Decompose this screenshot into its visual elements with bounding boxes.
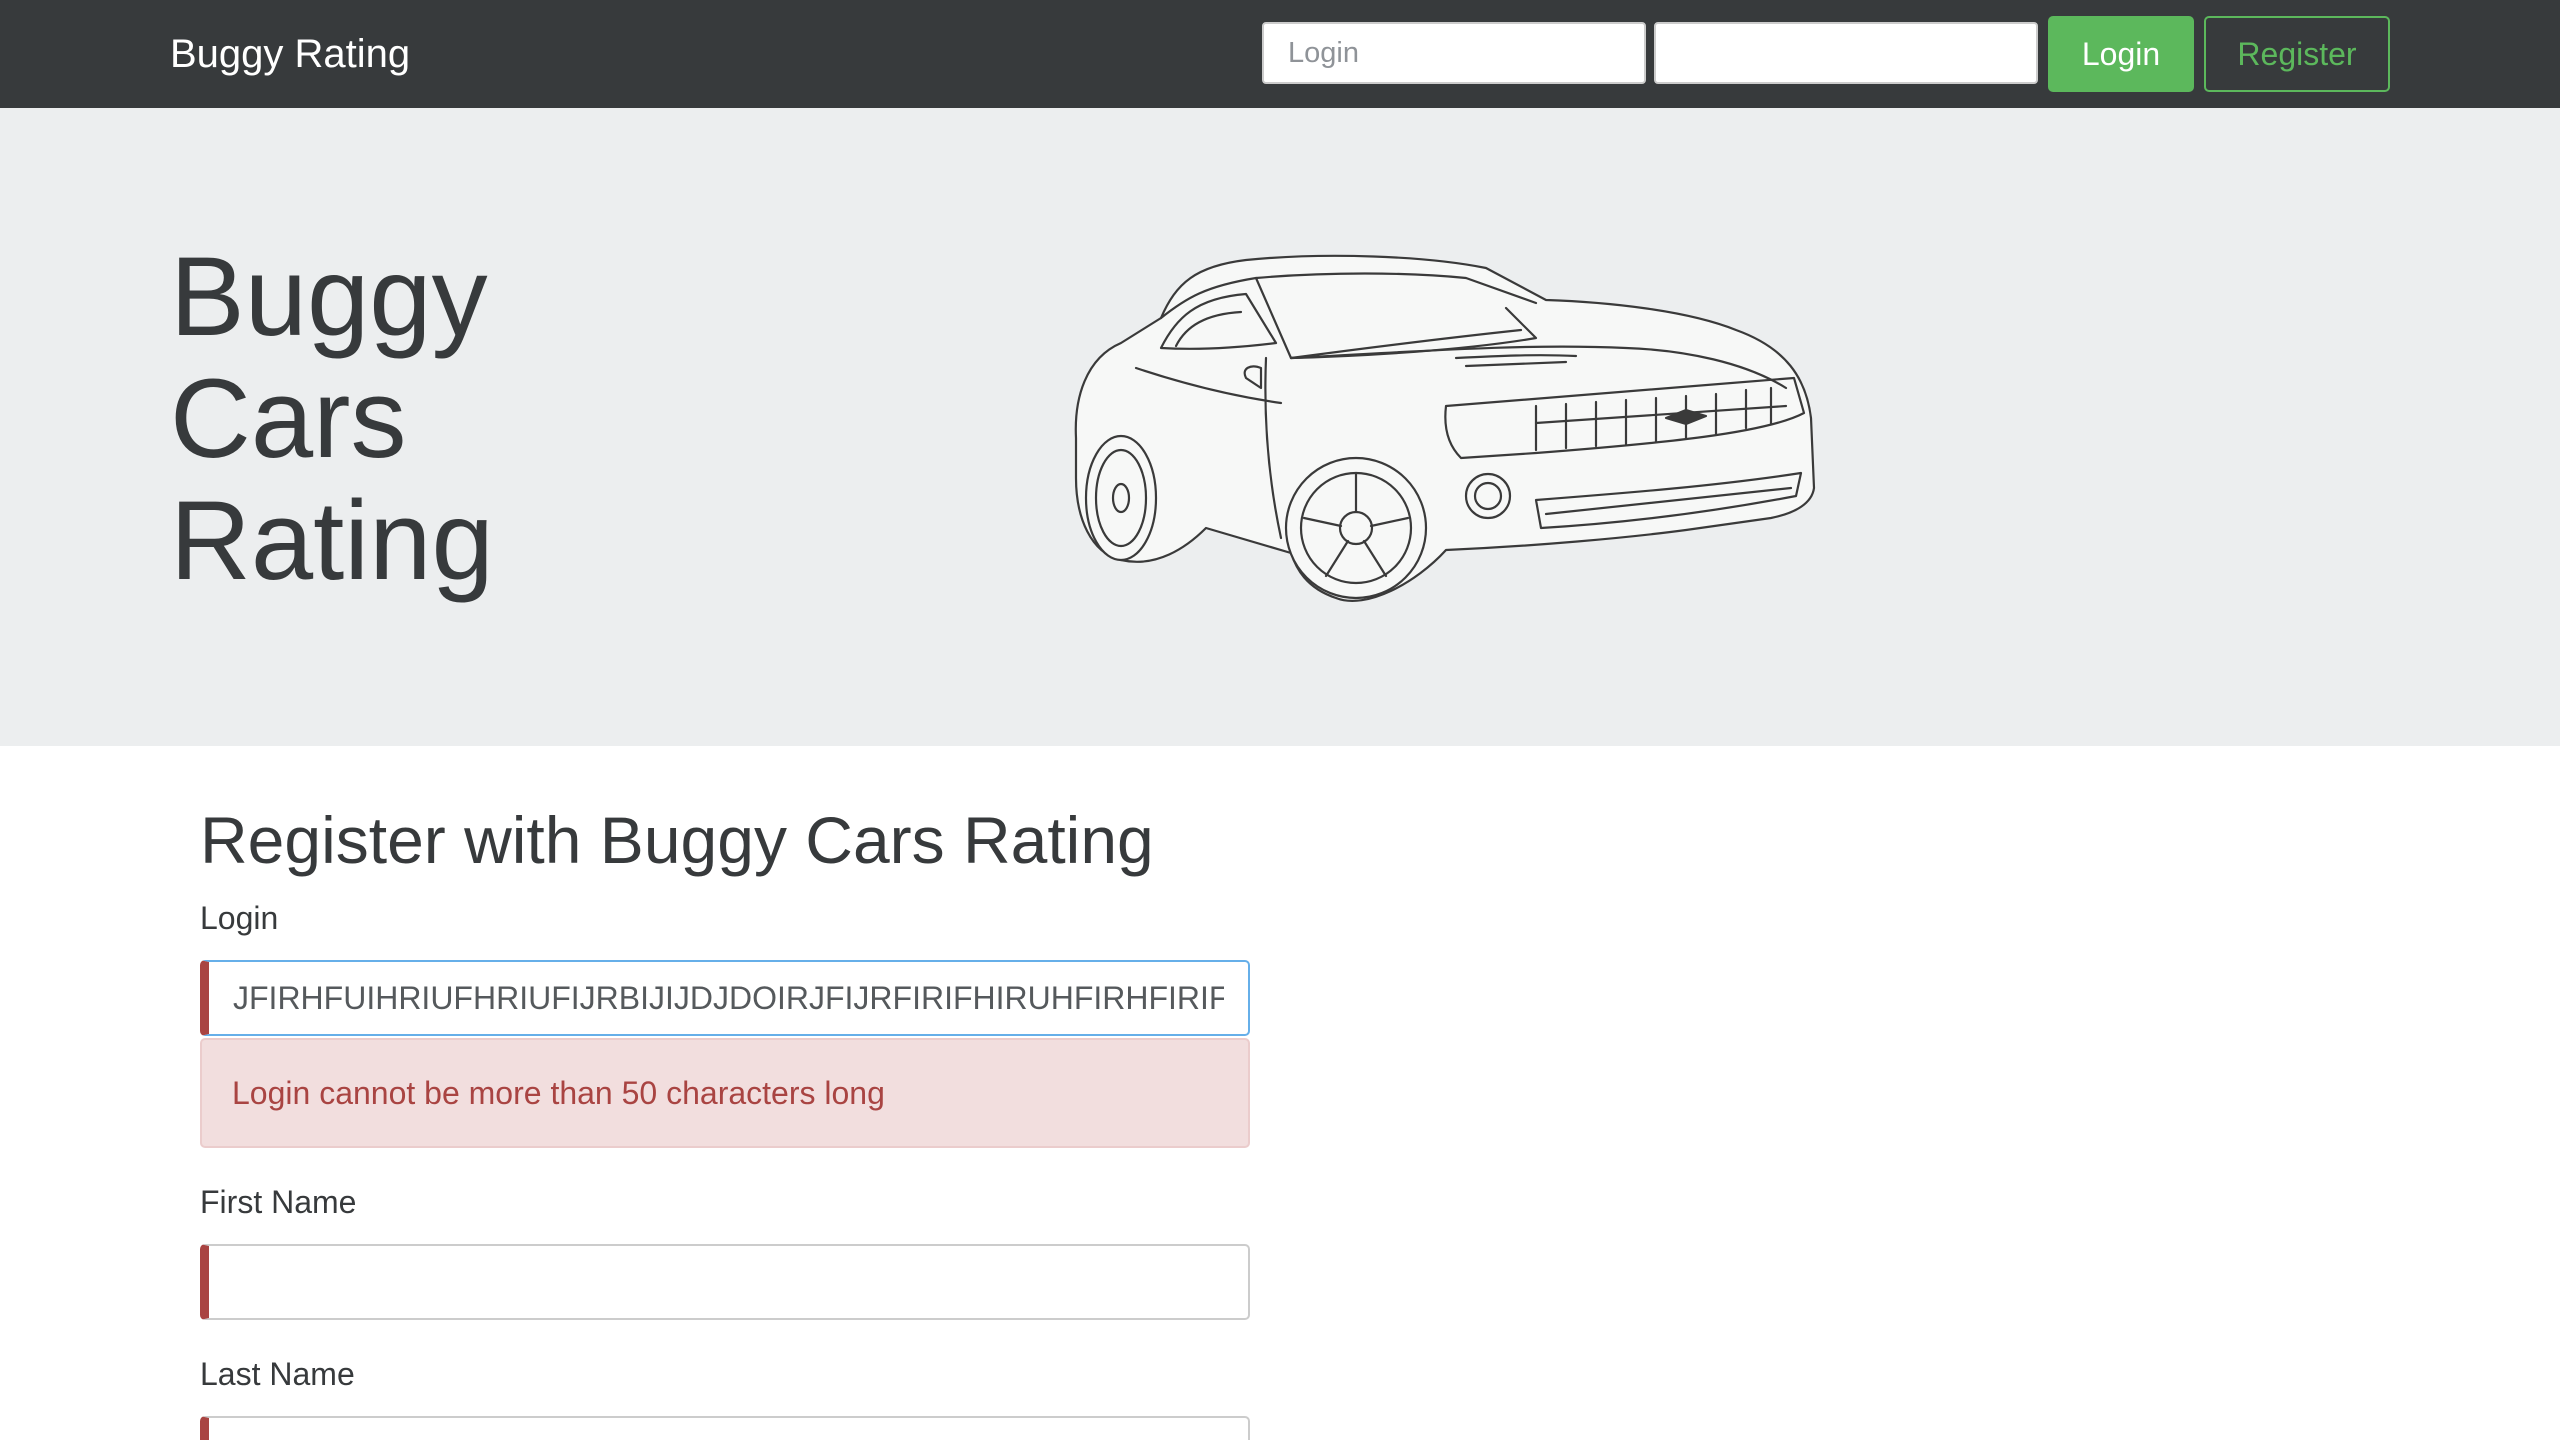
nav-password-input[interactable] xyxy=(1654,22,2038,84)
navbar: Buggy Rating Login Register xyxy=(0,0,2560,108)
page-title: Register with Buggy Cars Rating xyxy=(200,803,1154,877)
hero-banner: Buggy Cars Rating xyxy=(0,108,2560,746)
login-label: Login xyxy=(200,900,279,936)
nav-login-input[interactable] xyxy=(1262,22,1646,84)
last-name-field[interactable] xyxy=(200,1416,1250,1440)
login-field[interactable] xyxy=(200,960,1250,1036)
brand-link[interactable]: Buggy Rating xyxy=(170,30,410,78)
login-button[interactable]: Login xyxy=(2048,16,2194,92)
login-error-alert: Login cannot be more than 50 characters … xyxy=(200,1038,1250,1148)
first-name-field[interactable] xyxy=(200,1244,1250,1320)
register-button[interactable]: Register xyxy=(2204,16,2390,92)
last-name-label: Last Name xyxy=(200,1356,355,1392)
hero-title: Buggy Cars Rating xyxy=(170,236,494,602)
hero-title-line: Rating xyxy=(170,478,494,603)
hero-title-line: Buggy xyxy=(170,234,488,359)
car-illustration xyxy=(1074,254,1816,602)
hero-title-line: Cars xyxy=(170,356,407,481)
first-name-label: First Name xyxy=(200,1184,357,1220)
